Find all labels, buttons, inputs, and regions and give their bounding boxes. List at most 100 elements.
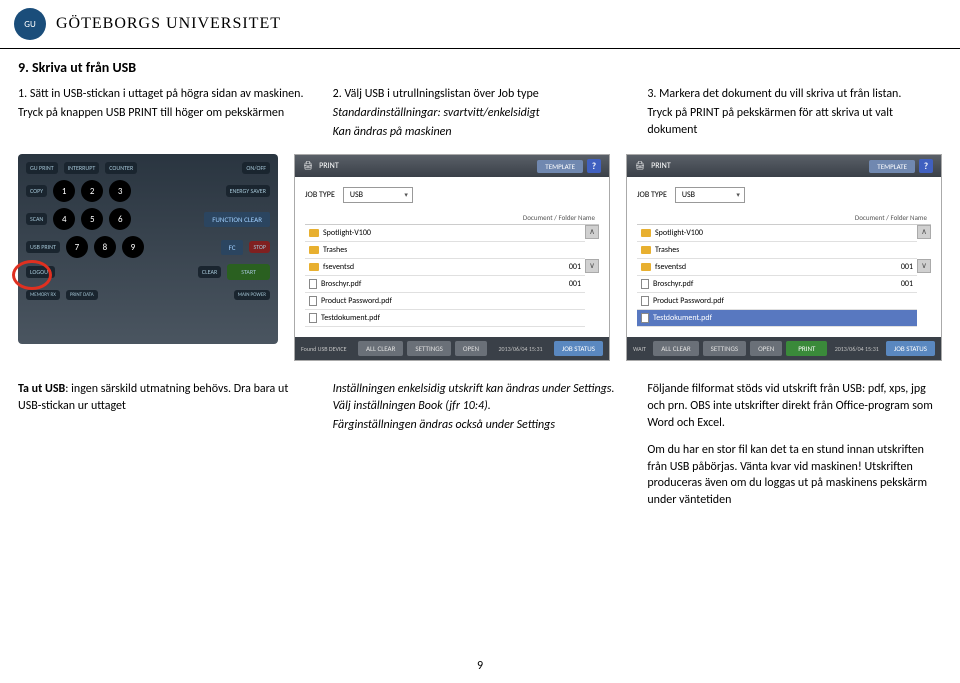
file-icon: [641, 296, 649, 306]
settings-note-2: Färginställningen ändras också under Set…: [333, 417, 628, 434]
scroll-down-icon[interactable]: ∨: [917, 259, 931, 273]
settings-button[interactable]: SETTINGS: [407, 341, 450, 356]
keypad-6[interactable]: 6: [109, 208, 131, 230]
printer-panel-figure: GU PRINT INTERRUPT COUNTER ON/OFF COPY 1…: [18, 154, 278, 344]
list-item[interactable]: Trashes: [305, 242, 585, 259]
clear-button[interactable]: CLEAR: [198, 266, 221, 278]
jobtype-label: JOB TYPE: [637, 190, 667, 200]
stop-button[interactable]: STOP: [249, 241, 270, 253]
list-item[interactable]: Broschyr.pdf001: [305, 276, 585, 293]
university-name: GÖTEBORGS UNIVERSITET: [56, 15, 281, 33]
help-button[interactable]: ?: [587, 159, 601, 173]
page-header: GU GÖTEBORGS UNIVERSITET: [0, 0, 960, 49]
file-icon: [309, 313, 317, 323]
onoff-button[interactable]: ON/OFF: [242, 162, 270, 174]
keypad-5[interactable]: 5: [81, 208, 103, 230]
main-power-indicator: MAIN POWER: [234, 290, 270, 300]
open-button[interactable]: OPEN: [455, 341, 487, 356]
ps1-title: PRINT: [319, 161, 339, 171]
bottom-steps-row: Ta ut USB: ingen särskild utmatning behö…: [18, 381, 942, 511]
job-status-button[interactable]: JOB STATUS: [554, 341, 603, 356]
keypad-2[interactable]: 2: [81, 180, 103, 202]
print-screen-2: 🖨 PRINT TEMPLATE ? JOB TYPE USB Document…: [626, 154, 942, 361]
fc-button[interactable]: FC: [221, 240, 244, 255]
logo-text: GU: [24, 19, 35, 30]
folder-icon: [309, 229, 319, 237]
content-area: 9. Skriva ut från USB 1. Sätt in USB-sti…: [0, 49, 960, 521]
list-header: Document / Folder Name: [855, 213, 927, 222]
folder-icon: [641, 229, 651, 237]
interrupt-button[interactable]: INTERRUPT: [64, 162, 100, 174]
step2-line1: 2. Välj USB i utrullningslistan över Job…: [333, 86, 628, 103]
keypad-7[interactable]: 7: [66, 236, 88, 258]
printer-panel: GU PRINT INTERRUPT COUNTER ON/OFF COPY 1…: [18, 154, 278, 344]
printer-icon: 🖨: [635, 161, 645, 171]
bottom-col-2: Inställningen enkelsidig utskrift kan än…: [333, 381, 628, 511]
all-clear-button[interactable]: ALL CLEAR: [358, 341, 403, 356]
step2-line2: Standardinställningar: svartvitt/enkelsi…: [333, 105, 628, 122]
list-item[interactable]: Spotlight-V100: [637, 225, 917, 242]
step3-line2: Tryck på PRINT på pekskärmen för att skr…: [647, 105, 942, 139]
memory-rx-indicator: MEMORY RX: [26, 290, 60, 300]
settings-note-1: Inställningen enkelsidig utskrift kan än…: [333, 381, 628, 415]
page-number: 9: [477, 659, 483, 673]
list-item[interactable]: Spotlight-V100: [305, 225, 585, 242]
step-1-text: 1. Sätt in USB-stickan i uttaget på högr…: [18, 86, 313, 142]
step-2-text: 2. Välj USB i utrullningslistan över Job…: [333, 86, 628, 142]
print-data-indicator: PRINT DATA: [66, 290, 98, 300]
scrollbar[interactable]: ∧ ∨: [917, 225, 931, 327]
list-item[interactable]: fseventsd001: [305, 259, 585, 276]
keypad-9[interactable]: 9: [122, 236, 144, 258]
step1-line1: 1. Sätt in USB-stickan i uttaget på högr…: [18, 86, 313, 103]
settings-button[interactable]: SETTINGS: [703, 341, 746, 356]
jobtype-select[interactable]: USB: [675, 187, 745, 203]
scroll-up-icon[interactable]: ∧: [917, 225, 931, 239]
list-item[interactable]: Trashes: [637, 242, 917, 259]
scroll-down-icon[interactable]: ∨: [585, 259, 599, 273]
scroll-up-icon[interactable]: ∧: [585, 225, 599, 239]
keypad-1[interactable]: 1: [53, 180, 75, 202]
scan-button[interactable]: SCAN: [26, 213, 47, 225]
wait-text: WAIT: [633, 345, 646, 353]
figures-row: GU PRINT INTERRUPT COUNTER ON/OFF COPY 1…: [18, 154, 942, 361]
print-button[interactable]: PRINT: [786, 341, 827, 356]
step1-line2: Tryck på knappen USB PRINT till höger om…: [18, 105, 313, 122]
start-button[interactable]: START: [227, 264, 270, 280]
list-item[interactable]: fseventsd001: [637, 259, 917, 276]
template-button[interactable]: TEMPLATE: [537, 160, 583, 173]
scrollbar[interactable]: ∧ ∨: [585, 225, 599, 327]
list-item[interactable]: Product Password.pdf: [637, 293, 917, 310]
gu-print-button[interactable]: GU PRINT: [26, 162, 58, 174]
template-button[interactable]: TEMPLATE: [869, 160, 915, 173]
bottom-col-3: Följande filformat stöds vid utskrift fr…: [647, 381, 942, 511]
job-status-button[interactable]: JOB STATUS: [886, 341, 935, 356]
top-steps-row: 1. Sätt in USB-stickan i uttaget på högr…: [18, 86, 942, 142]
section-title: 9. Skriva ut från USB: [18, 59, 942, 76]
function-clear-button[interactable]: FUNCTION CLEAR: [204, 212, 270, 227]
list-item[interactable]: Testdokument.pdf: [305, 310, 585, 327]
energy-saver-button[interactable]: ENERGY SAVER: [226, 185, 270, 197]
list-item[interactable]: Product Password.pdf: [305, 293, 585, 310]
ps1-topbar: 🖨 PRINT TEMPLATE ?: [295, 155, 609, 177]
all-clear-button[interactable]: ALL CLEAR: [653, 341, 698, 356]
step2-line3: Kan ändras på maskinen: [333, 124, 628, 141]
jobtype-select[interactable]: USB: [343, 187, 413, 203]
file-icon: [641, 313, 649, 323]
list-item[interactable]: Broschyr.pdf001: [637, 276, 917, 293]
folder-icon: [641, 246, 651, 254]
help-button[interactable]: ?: [919, 159, 933, 173]
jobtype-label: JOB TYPE: [305, 190, 335, 200]
ta-ut-usb-bold: Ta ut USB: [18, 382, 65, 396]
list-item-selected[interactable]: Testdokument.pdf: [637, 310, 917, 327]
copy-button[interactable]: COPY: [26, 185, 47, 197]
usb-print-button[interactable]: USB PRINT: [26, 241, 60, 253]
counter-button[interactable]: COUNTER: [105, 162, 137, 174]
keypad-8[interactable]: 8: [94, 236, 116, 258]
keypad-3[interactable]: 3: [109, 180, 131, 202]
bottom-col-1: Ta ut USB: ingen särskild utmatning behö…: [18, 381, 313, 511]
printer-icon: 🖨: [303, 161, 313, 171]
file-icon: [641, 279, 649, 289]
keypad-4[interactable]: 4: [53, 208, 75, 230]
file-icon: [309, 296, 317, 306]
open-button[interactable]: OPEN: [750, 341, 782, 356]
